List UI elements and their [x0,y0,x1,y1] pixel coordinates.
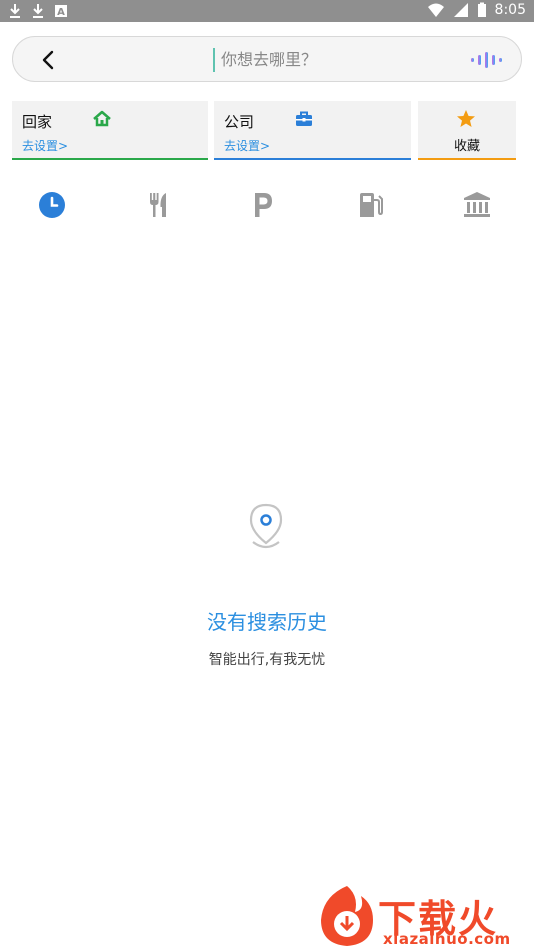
voice-wave-icon[interactable] [469,50,503,70]
briefcase-icon [296,111,312,126]
star-icon [457,110,475,127]
parking-icon[interactable] [248,190,278,220]
work-shortcut-card[interactable]: 公司 去设置> [214,101,411,160]
search-input[interactable]: 你想去哪里？ [213,48,373,72]
home-icon [93,110,111,127]
watermark: 下载火 xiazaihuo.com [313,878,534,950]
favorites-shortcut-card[interactable]: 收藏 [418,101,516,160]
favorites-label: 收藏 [453,139,480,154]
battery-icon [477,2,486,17]
svg-text:A: A [57,7,65,18]
wifi-icon [427,3,444,17]
restaurant-icon[interactable] [143,190,173,220]
chevron-left-icon[interactable] [37,48,61,72]
status-bar: A 8:05 [0,0,534,22]
download-icon [33,4,43,18]
status-time: 8:05 [494,2,526,18]
a-icon: A [55,5,67,18]
work-setup-link[interactable]: 去设置> [224,137,270,154]
home-shortcut-card[interactable]: 回家 去设置> [12,101,208,160]
flame-logo-icon [321,886,373,946]
status-system: 8:05 [427,2,526,18]
home-label: 回家 [22,113,53,131]
home-setup-link[interactable]: 去设置> [22,137,68,154]
location-pin-icon [249,503,283,549]
clock-icon[interactable] [37,190,67,220]
empty-state-title: 没有搜索历史 [207,610,327,634]
gas-station-icon[interactable] [356,190,386,220]
work-label: 公司 [224,113,255,131]
search-bar[interactable]: 你想去哪里？ [12,36,522,82]
watermark-url: xiazaihuo.com [383,930,511,948]
bank-icon[interactable] [462,190,492,220]
status-notifications: A [8,3,68,19]
download-icon [10,4,20,18]
empty-state-subtitle: 智能出行,有我无忧 [208,652,326,668]
signal-icon [453,3,468,17]
